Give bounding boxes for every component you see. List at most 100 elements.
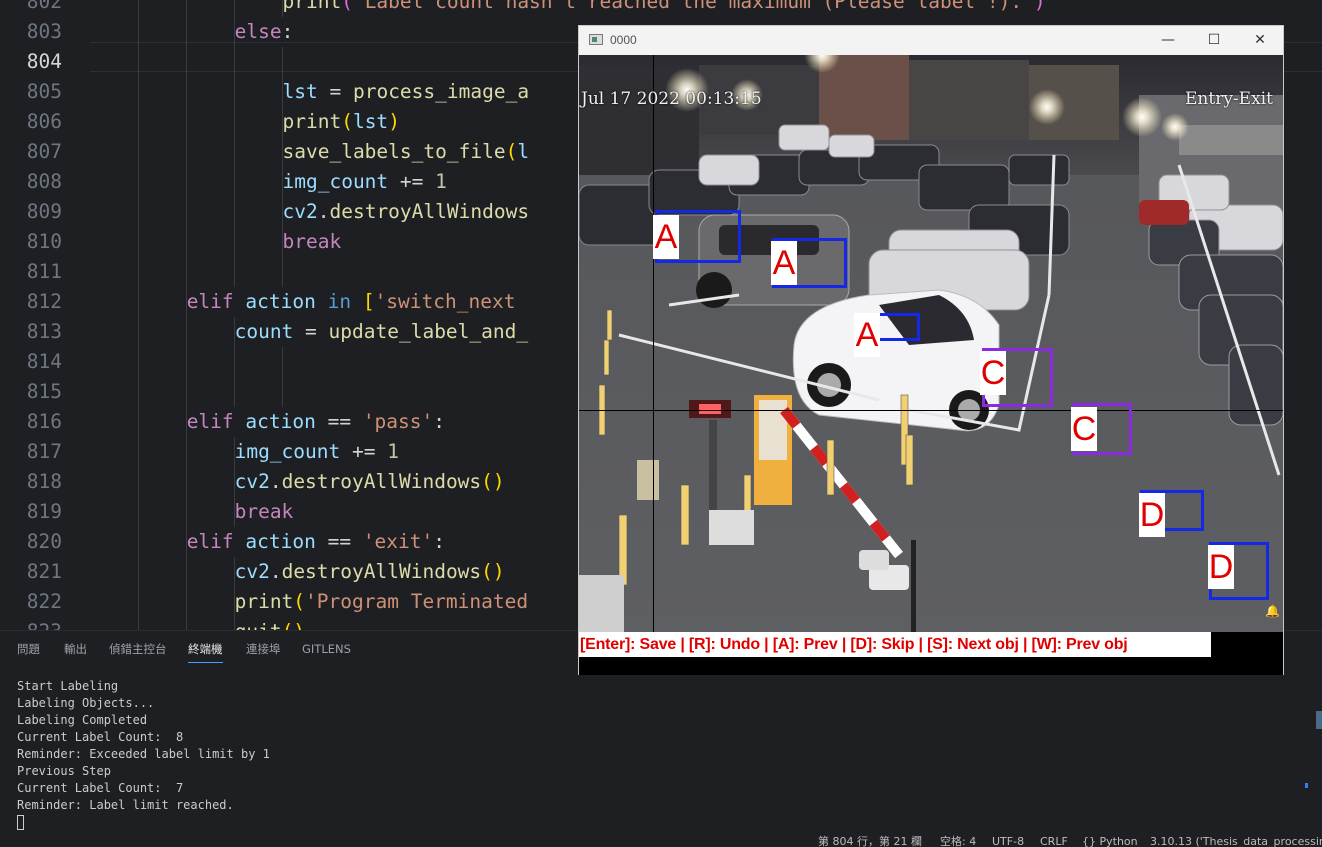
code-text: cv2.destroyAllWindows() [234,470,505,493]
indent-guide [185,17,187,47]
line-number: 805 [26,80,62,103]
indent-guide [233,197,235,227]
indent-guide [185,47,187,77]
tab-problems[interactable]: 問題 [17,639,40,663]
indent-guide [185,557,187,587]
line-number: 821 [26,560,62,583]
line-number: 803 [26,20,62,43]
line-number: 811 [26,260,62,283]
line-number: 806 [26,110,62,133]
code-text: save_labels_to_file(l [282,140,530,163]
line-number: 813 [26,320,62,343]
indent-guide [137,107,139,137]
terminal-cursor [17,815,24,830]
bell-icon: 🔔 [1265,604,1280,618]
indent-guide [185,497,187,527]
terminal-line: Current Label Count: 8 [17,730,184,744]
indent-guide [233,347,235,377]
panel-scrollbar[interactable] [1316,711,1322,729]
crosshair-vertical [653,55,654,632]
image-window[interactable]: 0000 — ☐ ✕ Jul 17 2022 00:13:15 Entry-Ex… [578,25,1284,675]
status-bar: 第 804 行，第 21 欄 空格: 4 UTF-8 CRLF {} Pytho… [0,834,1322,847]
indent-guide [185,257,187,287]
terminal-line: Reminder: Label limit reached. [17,798,234,812]
indent-guide [233,257,235,287]
status-eol[interactable]: CRLF [1040,835,1068,847]
terminal-line: Previous Step [17,764,111,778]
indent-guide [233,227,235,257]
indent-guide [137,287,139,317]
tab-terminal[interactable]: 終端機 [188,639,223,663]
status-indentation[interactable]: 空格: 4 [940,835,976,847]
scroll-marker [1305,783,1308,788]
window-titlebar[interactable]: 0000 — ☐ ✕ [579,26,1283,55]
indent-guide [185,587,187,617]
line-number: 822 [26,590,62,613]
box-label-d-2: D [1208,545,1234,589]
indent-guide [137,347,139,377]
line-number: 807 [26,140,62,163]
line-number: 802 [26,0,62,13]
indent-guide [281,347,283,377]
code-text: quit() [235,617,305,630]
box-label-c-2: C [1071,407,1097,451]
indent-guide [137,0,139,17]
line-number: 820 [26,530,62,553]
indent-guide [137,527,139,557]
line-number: 816 [26,410,62,433]
crosshair-horizontal [579,410,1283,411]
line-number: 814 [26,350,62,373]
code-line: 802 print('Label count hasn't reached the… [0,0,1322,17]
code-text: break [234,500,294,523]
tab-output[interactable]: 輸出 [64,639,87,663]
code-text: count = update_label_and_ [234,320,529,343]
code-text: cv2.destroyAllWindows() [234,560,505,583]
indent-guide [137,167,139,197]
terminal-line: Labeling Objects... [17,696,155,710]
indent-guide [185,77,187,107]
window-title: 0000 [610,33,637,47]
line-number: 804 [26,50,62,73]
code-text: print('Program Terminated [234,590,529,613]
indent-guide [137,197,139,227]
indent-guide [185,167,187,197]
box-label-a-1: A [653,215,679,259]
status-encoding[interactable]: UTF-8 [992,835,1024,847]
line-number: 810 [26,230,62,253]
indent-guide [233,167,235,197]
indent-guide [185,227,187,257]
indent-guide [137,587,139,617]
indent-guide [137,437,139,467]
tab-ports[interactable]: 連接埠 [246,639,281,663]
indent-guide [233,377,235,407]
terminal-line: Current Label Count: 7 [17,781,184,795]
indent-guide [137,227,139,257]
app-icon [589,34,603,45]
tab-debug-console[interactable]: 偵錯主控台 [109,639,167,663]
box-label-c-1: C [980,351,1006,395]
status-interpreter[interactable]: 3.10.13 ('Thesis_data_processing') [1150,835,1322,847]
camera-label-overlay: Entry-Exit [1185,89,1273,109]
indent-guide [185,437,187,467]
timestamp-overlay: Jul 17 2022 00:13:15 [581,89,762,109]
line-number: 819 [26,500,62,523]
indent-guide [185,317,187,347]
status-language[interactable]: {} Python [1082,835,1138,847]
indent-guide [137,17,139,47]
close-button[interactable]: ✕ [1237,26,1283,55]
code-text: img_count += 1 [282,170,447,193]
code-text: break [282,230,342,253]
status-cursor-position[interactable]: 第 804 行，第 21 欄 [818,835,922,847]
line-number: 808 [26,170,62,193]
camera-image[interactable]: Jul 17 2022 00:13:15 Entry-Exit A A A C … [579,55,1283,632]
code-text: else: [234,20,294,43]
indent-guide [185,347,187,377]
line-number: 823 [0,617,62,630]
box-label-a-3: A [854,313,880,357]
indent-guide [137,77,139,107]
maximize-button[interactable]: ☐ [1191,26,1237,55]
tab-gitlens[interactable]: GITLENS [302,639,351,663]
indent-guide [137,317,139,347]
minimize-button[interactable]: — [1145,26,1191,55]
line-number: 818 [26,470,62,493]
